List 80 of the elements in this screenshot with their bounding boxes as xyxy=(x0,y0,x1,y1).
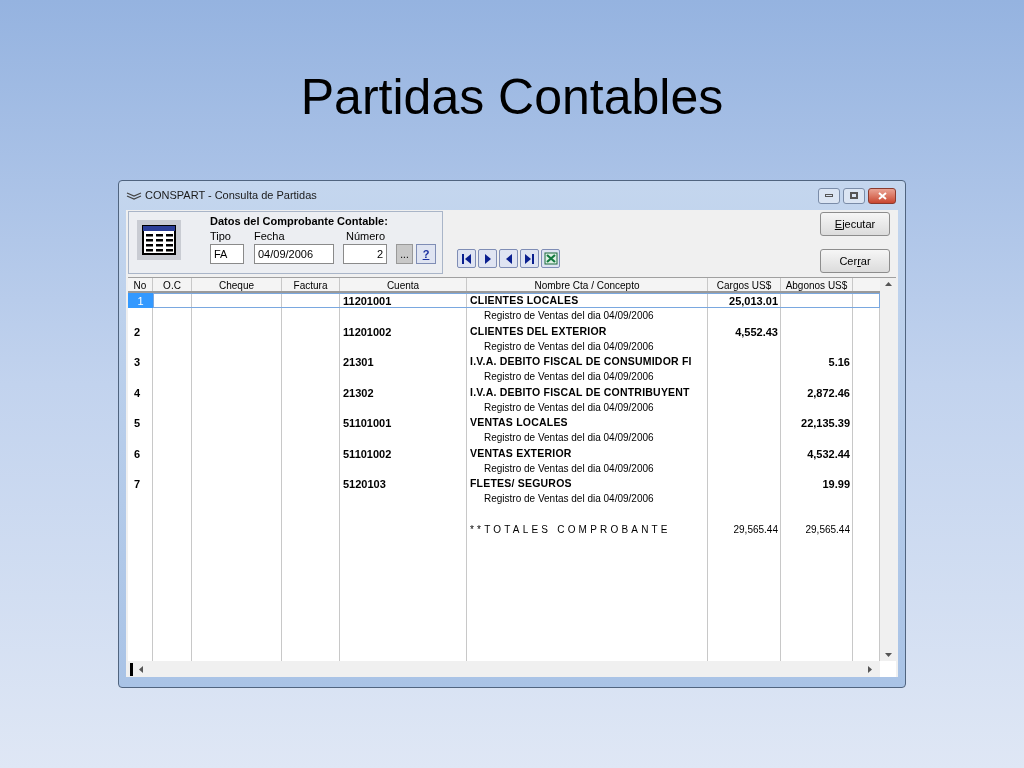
record-marker xyxy=(130,662,133,676)
column-header[interactable]: Abgonos US$ xyxy=(785,280,848,291)
account-code: 21301 xyxy=(343,356,374,368)
column-header[interactable]: Cheque xyxy=(219,280,254,291)
account-code: 51101001 xyxy=(343,417,392,429)
field-label: Fecha xyxy=(254,229,286,244)
selected-row[interactable]: 11201001 CLIENTES LOCALES 25,013.01 xyxy=(153,293,880,308)
concept-text: Registro de Ventas del dia 04/09/2006 xyxy=(484,371,654,382)
row-number[interactable]: 2 xyxy=(128,323,153,339)
concept-text: Registro de Ventas del dia 04/09/2006 xyxy=(484,462,654,474)
credit-amount: 19.99 xyxy=(822,478,850,490)
field-label: Número xyxy=(346,229,387,244)
totals-label: **TOTALES COMPROBANTE xyxy=(470,523,671,535)
browse-button[interactable]: ... xyxy=(396,244,413,264)
table-icon xyxy=(137,220,181,260)
column-header[interactable]: O.C xyxy=(163,280,181,291)
row-number[interactable]: 7 xyxy=(128,476,153,491)
skip-to-start-icon[interactable] xyxy=(461,252,472,265)
concept-text: Registro de Ventas del dia 04/09/2006 xyxy=(484,493,654,504)
app-icon xyxy=(126,190,142,201)
credit-amount: 2,872.46 xyxy=(807,386,850,399)
row-number[interactable]: 3 xyxy=(128,354,153,369)
column-header[interactable]: Nombre Cta / Concepto xyxy=(534,280,640,291)
window-title: CONSPART - Consulta de Partidas xyxy=(145,188,317,204)
debit-amount: 4,552.43 xyxy=(735,325,778,338)
command-button[interactable]: Ejecutar xyxy=(820,212,890,236)
credit-amount: 5.16 xyxy=(828,356,850,368)
horizontal-scrollbar[interactable] xyxy=(128,661,880,677)
credit-amount: 4,532.44 xyxy=(807,447,850,460)
input-field[interactable]: FA xyxy=(210,244,244,264)
account-code: 11201001 xyxy=(343,295,392,307)
close-icon[interactable] xyxy=(877,191,887,200)
scroll-up-icon[interactable] xyxy=(884,282,892,286)
maximize-button[interactable] xyxy=(843,187,865,204)
input-field[interactable]: 04/09/2006 xyxy=(254,244,334,264)
vertical-scrollbar[interactable] xyxy=(880,278,896,661)
account-code: 51101002 xyxy=(343,447,392,460)
account-name: CLIENTES LOCALES xyxy=(470,294,579,306)
account-code: 11201002 xyxy=(343,325,392,338)
account-code: 5120103 xyxy=(343,478,386,490)
column-header[interactable]: Cuenta xyxy=(386,280,420,291)
skip-to-end-icon[interactable] xyxy=(524,252,535,265)
last-record-button[interactable] xyxy=(520,249,539,268)
account-name: VENTAS EXTERIOR xyxy=(470,446,572,459)
account-name: I.V.A. DEBITO FISCAL DE CONTRIBUYENT xyxy=(470,385,690,398)
account-code: 21302 xyxy=(343,386,374,399)
total-debit: 29,565.44 xyxy=(733,523,778,535)
debit-amount: 25,013.01 xyxy=(729,295,778,307)
close-button[interactable] xyxy=(868,187,896,204)
input-field[interactable]: 2 xyxy=(343,244,387,264)
scroll-left-icon[interactable] xyxy=(139,665,143,673)
concept-text: Registro de Ventas del dia 04/09/2006 xyxy=(484,432,654,443)
account-name: I.V.A. DEBITO FISCAL DE CONSUMIDOR FI xyxy=(470,355,692,367)
account-name: FLETES/ SEGUROS xyxy=(470,477,572,489)
concept-text: Registro de Ventas del dia 04/09/2006 xyxy=(484,401,654,413)
right-triangle-icon[interactable] xyxy=(483,252,492,265)
scroll-down-icon[interactable] xyxy=(884,653,892,657)
slide-title: Partidas Contables xyxy=(300,68,724,127)
first-record-button[interactable] xyxy=(457,249,476,268)
help-button[interactable]: ? xyxy=(416,244,436,264)
row-number[interactable]: 4 xyxy=(128,384,153,400)
column-header[interactable]: Factura xyxy=(293,280,328,291)
concept-text: Registro de Ventas del dia 04/09/2006 xyxy=(484,340,654,352)
row-number[interactable]: 6 xyxy=(128,445,153,461)
column-header[interactable]: Cargos US$ xyxy=(716,280,772,291)
credit-amount: 22,135.39 xyxy=(801,417,850,429)
column-header[interactable]: No xyxy=(133,280,147,291)
account-name: CLIENTES DEL EXTERIOR xyxy=(470,324,607,337)
total-credit: 29,565.44 xyxy=(805,523,850,535)
next-record-button[interactable] xyxy=(478,249,497,268)
concept-text: Registro de Ventas del dia 04/09/2006 xyxy=(484,310,654,321)
row-number[interactable]: 5 xyxy=(128,415,153,430)
minimize-button[interactable] xyxy=(818,187,840,204)
command-button[interactable]: Cerrar xyxy=(820,249,890,273)
left-triangle-icon[interactable] xyxy=(504,252,513,265)
account-name: VENTAS LOCALES xyxy=(470,416,568,428)
voucher-heading: Datos del Comprobante Contable: xyxy=(210,214,389,228)
scroll-right-icon[interactable] xyxy=(868,665,872,673)
field-label: Tipo xyxy=(210,229,232,244)
previous-record-button[interactable] xyxy=(499,249,518,268)
